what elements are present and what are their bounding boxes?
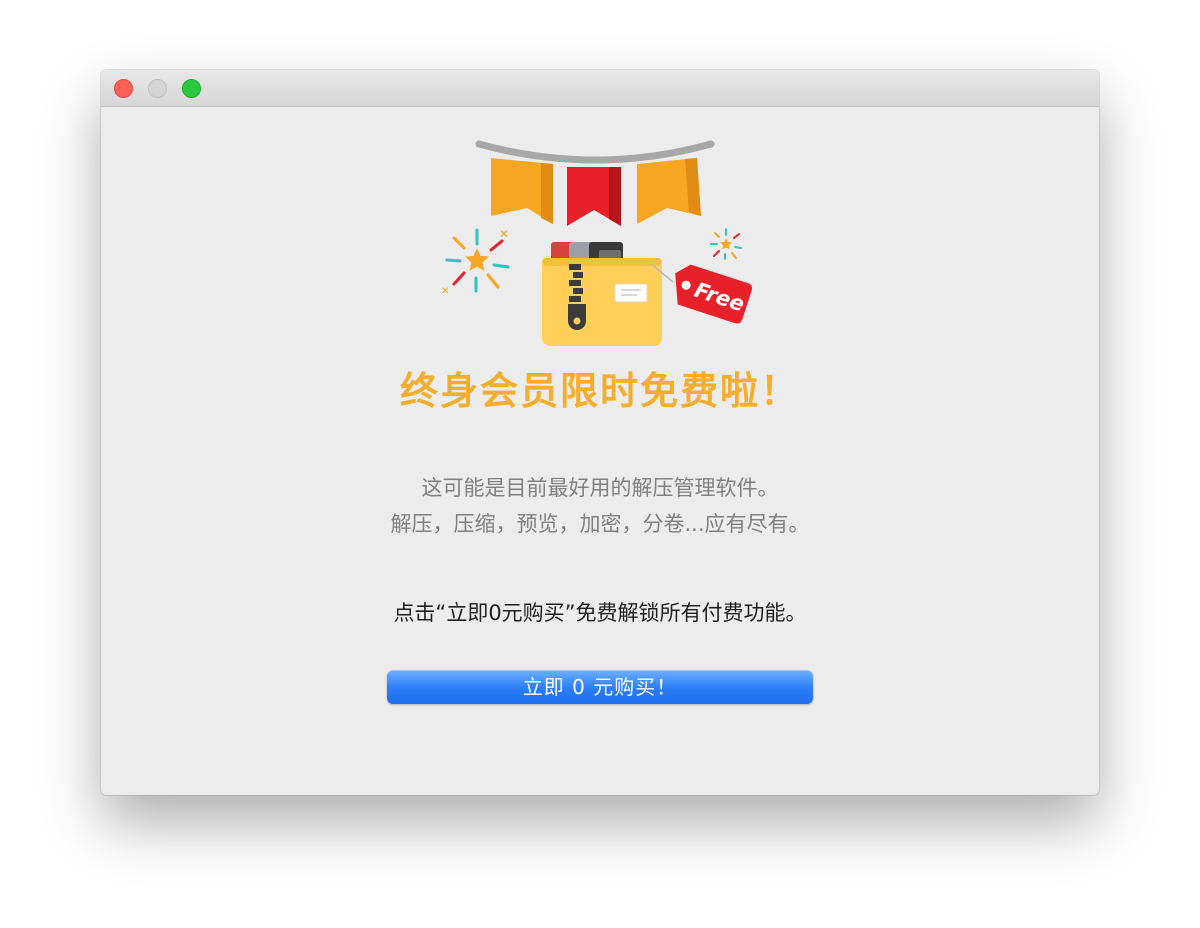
title-bar <box>101 70 1099 107</box>
svg-text:✕: ✕ <box>441 286 449 297</box>
app-window: ✕ ✕ Free 终身会员限时免费啦！ 这可能是目前最好用的解压管理软件。 解压… <box>101 70 1099 795</box>
free-tag-icon: Free <box>650 263 753 324</box>
bunting-flags-icon <box>475 140 715 226</box>
description-line-1: 这可能是目前最好用的解压管理软件。 <box>421 476 779 500</box>
zoom-window-button[interactable] <box>182 79 201 98</box>
promo-headline: 终身会员限时免费啦！ <box>399 369 800 413</box>
promo-illustration: ✕ ✕ Free <box>441 140 753 346</box>
firework-right-icon <box>710 228 742 260</box>
firework-left-icon: ✕ ✕ <box>441 227 510 297</box>
close-window-button[interactable] <box>114 79 133 98</box>
svg-text:✕: ✕ <box>499 227 509 241</box>
unlock-instructions: 点击“立即0元购买”免费解锁所有付费功能。 <box>393 601 807 625</box>
buy-now-button[interactable]: 立即 0 元购买！ <box>387 670 813 704</box>
description-line-2: 解压，压缩，预览，加密，分卷...应有尽有。 <box>390 512 810 536</box>
minimize-window-button[interactable] <box>148 79 167 98</box>
zip-folder-icon <box>542 242 662 346</box>
